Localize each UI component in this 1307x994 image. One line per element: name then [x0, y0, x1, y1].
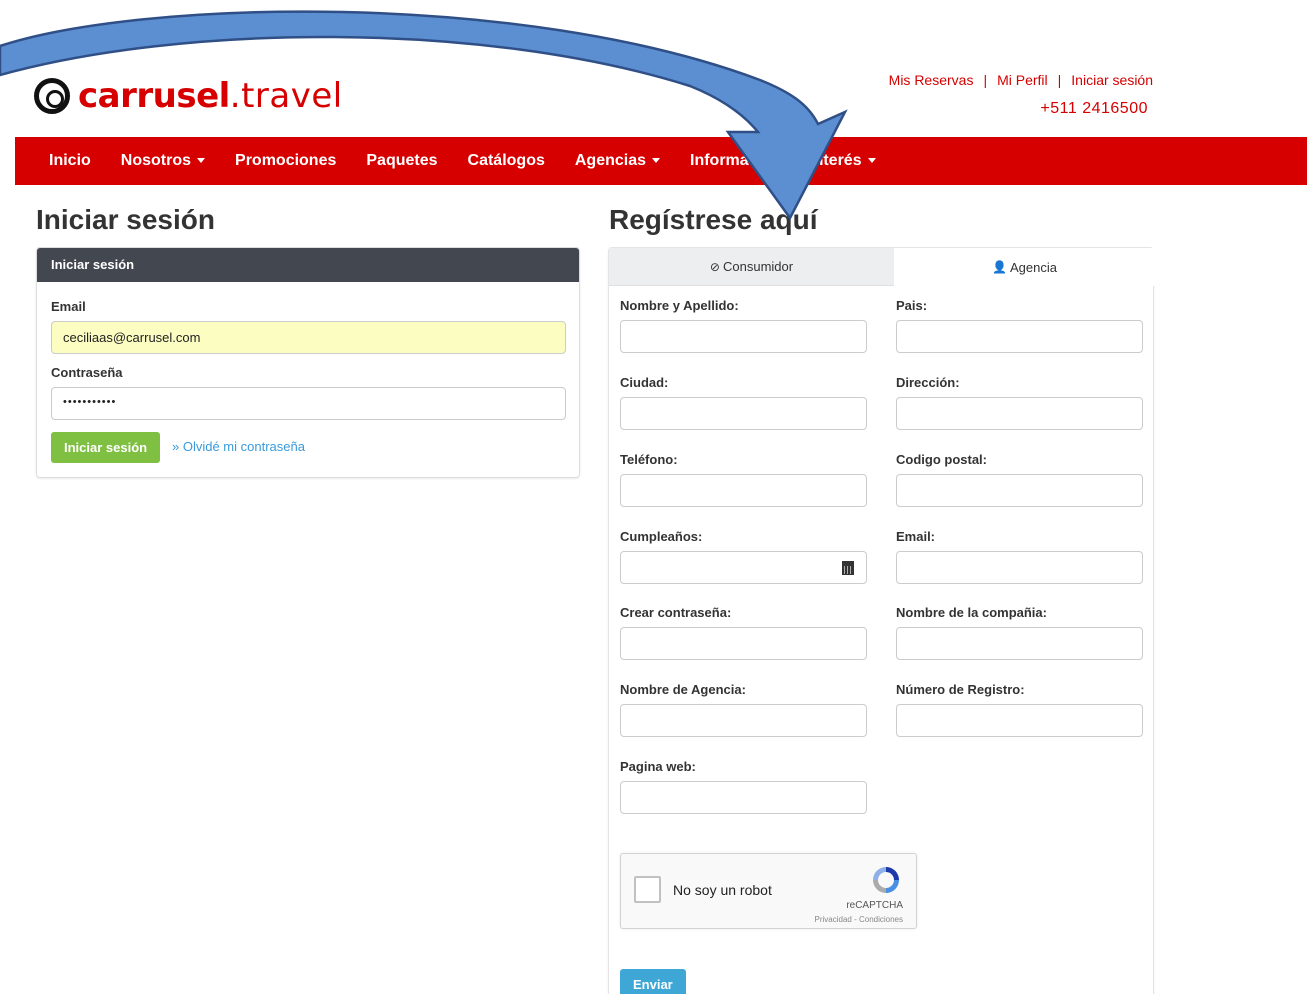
field-label: Nombre de la compañia:	[896, 605, 1047, 620]
caret-down-icon	[197, 158, 206, 164]
field-label: Pais:	[896, 298, 928, 313]
login-heading: Iniciar sesión	[36, 204, 215, 235]
nav-item-inicio[interactable]: Inicio	[49, 152, 91, 170]
tab-label: Agencia	[1009, 259, 1057, 275]
nav-label: Catálogos	[467, 152, 545, 169]
password-input[interactable]	[620, 627, 867, 660]
field-company: Nombre de la compañia:	[896, 605, 1143, 660]
tab-agencia[interactable]: 👤 Agencia	[894, 248, 1155, 286]
field-label: Email:	[896, 529, 936, 544]
register-heading: Regístrese aquí	[609, 204, 818, 235]
phone-input[interactable]	[620, 474, 867, 507]
top-links: Mis Reservas | Mi Perfil | Iniciar sesión	[889, 72, 1153, 88]
nav-item-paquetes[interactable]: Paquetes	[366, 152, 437, 170]
caret-down-icon	[652, 158, 660, 164]
recaptcha-widget: No soy un robot reCAPTCHA Privacidad - C…	[620, 853, 917, 929]
tab-label: Consumidor	[722, 259, 794, 274]
nav-item-promociones[interactable]: Promociones	[235, 152, 336, 170]
address-input[interactable]	[896, 397, 1143, 430]
my-profile-link[interactable]: Mi Perfil	[997, 72, 1048, 88]
phone-number: +511 2416500	[1040, 100, 1148, 117]
nav-item-agencias[interactable]: Agencias	[575, 152, 660, 170]
register-submit-button[interactable]: Enviar	[620, 969, 686, 994]
nav-item-catalogos[interactable]: Catálogos	[468, 152, 545, 170]
recaptcha-icon	[873, 867, 899, 893]
nav-label: Información de Interés	[690, 152, 862, 169]
country-input[interactable]	[896, 320, 1143, 353]
field-password: Crear contraseña:	[620, 605, 867, 660]
logo-word-light: .travel	[229, 76, 343, 116]
nav-item-nosotros[interactable]: Nosotros	[120, 152, 206, 170]
calendar-icon[interactable]	[842, 561, 854, 575]
field-address: Dirección:	[896, 375, 1143, 430]
nav-label: Nosotros	[120, 152, 192, 169]
recaptcha-checkbox[interactable]	[634, 876, 661, 903]
logo-word-bold: carrusel	[78, 76, 230, 116]
field-label: Pagina web:	[620, 759, 696, 774]
field-label: Número de Registro:	[896, 682, 1025, 697]
agency-input[interactable]	[620, 704, 867, 737]
name-input[interactable]	[620, 320, 867, 353]
website-input[interactable]	[620, 781, 867, 814]
site-logo[interactable]: carrusel .travel	[34, 74, 343, 118]
register-panel: ⊘ Consumidor 👤 Agencia Nombre y Apellido: …	[608, 247, 1155, 994]
field-label: Dirección:	[896, 375, 960, 390]
email-input[interactable]	[896, 551, 1143, 584]
password-label: Contraseña	[51, 365, 123, 380]
field-label: Nombre de Agencia:	[620, 682, 746, 697]
field-postal: Codigo postal:	[896, 452, 1143, 507]
separator: |	[1057, 72, 1062, 88]
field-website: Pagina web:	[620, 759, 867, 814]
city-input[interactable]	[620, 397, 867, 430]
field-country: Pais:	[896, 298, 1143, 353]
field-birthday: Cumpleaños:	[620, 529, 867, 584]
registry-input[interactable]	[896, 704, 1143, 737]
recaptcha-brand: reCAPTCHA	[846, 900, 903, 911]
field-name: Nombre y Apellido:	[620, 298, 867, 353]
field-label: Cumpleaños:	[620, 529, 703, 544]
field-label: Ciudad:	[620, 375, 669, 390]
tab-consumidor[interactable]: ⊘ Consumidor	[609, 248, 894, 286]
field-city: Ciudad:	[620, 375, 867, 430]
nav-label: Promociones	[235, 152, 337, 169]
separator: |	[983, 72, 988, 88]
login-submit-button[interactable]: Iniciar sesión	[51, 432, 161, 463]
login-email-input[interactable]: ceciliaas@carrusel.com	[51, 321, 566, 354]
forgot-password-link[interactable]: » Olvidé mi contraseña	[172, 439, 305, 454]
email-label: Email	[51, 299, 86, 314]
field-registry: Número de Registro:	[896, 682, 1143, 737]
check-circle-icon: ⊘	[709, 259, 720, 274]
nav-item-informacion[interactable]: Información de Interés	[690, 152, 876, 170]
logo-mark-icon	[34, 78, 70, 114]
birthday-input[interactable]	[620, 551, 867, 584]
recaptcha-links[interactable]: Privacidad - Condiciones	[815, 915, 904, 924]
login-panel: Iniciar sesión Email ceciliaas@carrusel.…	[36, 247, 580, 478]
main-navbar: Inicio Nosotros Promociones Paquetes Cat…	[15, 137, 1307, 185]
login-panel-title: Iniciar sesión	[37, 248, 579, 282]
caret-down-icon	[867, 158, 876, 164]
recaptcha-label: No soy un robot	[673, 882, 772, 898]
company-input[interactable]	[896, 627, 1143, 660]
nav-label: Inicio	[49, 152, 91, 169]
field-label: Teléfono:	[620, 452, 678, 467]
field-label: Codigo postal:	[896, 452, 987, 467]
nav-label: Agencias	[574, 152, 646, 169]
user-icon: 👤	[992, 260, 1007, 274]
field-phone: Teléfono:	[620, 452, 867, 507]
login-password-input[interactable]: •••••••••••	[51, 387, 566, 420]
postal-input[interactable]	[896, 474, 1143, 507]
field-agency: Nombre de Agencia:	[620, 682, 867, 737]
register-tabs: ⊘ Consumidor 👤 Agencia	[609, 248, 1155, 286]
nav-label: Paquetes	[366, 152, 438, 169]
field-label: Crear contraseña:	[620, 605, 732, 620]
login-link[interactable]: Iniciar sesión	[1071, 72, 1153, 88]
my-reservations-link[interactable]: Mis Reservas	[889, 72, 974, 88]
field-label: Nombre y Apellido:	[620, 298, 739, 313]
field-email: Email:	[896, 529, 1143, 584]
